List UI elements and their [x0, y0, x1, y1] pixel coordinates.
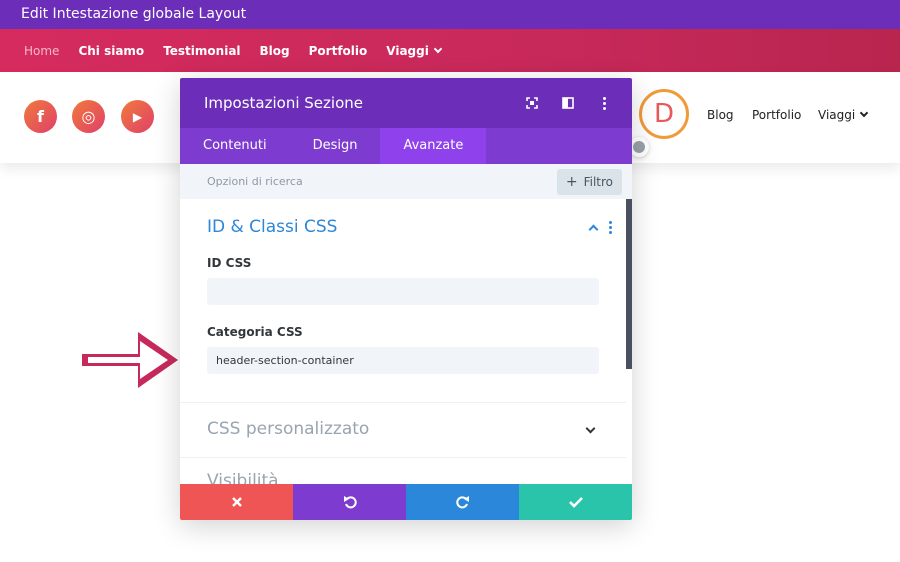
group-actions — [588, 221, 612, 235]
header-nav-blog[interactable]: Blog — [707, 108, 734, 122]
window-title-bar: Edit Intestazione globale Layout — [0, 0, 900, 29]
secondary-menu: Home Chi siamo Testimonial Blog Portfoli… — [0, 29, 900, 72]
menu-item-blog[interactable]: Blog — [260, 44, 290, 58]
window-title: Edit Intestazione globale Layout — [21, 6, 247, 22]
css-id-input[interactable] — [207, 278, 599, 305]
close-icon — [231, 497, 242, 507]
youtube-glyph: ▶ — [132, 109, 143, 124]
group-title-id-classes[interactable]: ID & Classi CSS — [207, 217, 337, 237]
filter-button[interactable]: + Filtro — [556, 168, 622, 195]
chevron-down-icon — [859, 108, 869, 118]
header-nav-viaggi-label: Viaggi — [818, 108, 856, 122]
css-class-label: Categoria CSS — [207, 325, 303, 339]
chevron-down-icon — [433, 44, 443, 53]
tab-avanzate[interactable]: Avanzate — [380, 128, 487, 164]
instagram-glyph: ◎ — [81, 107, 96, 126]
group-title-custom-css[interactable]: CSS personalizzato — [207, 419, 369, 439]
group-more-icon[interactable] — [609, 221, 612, 234]
redo-icon — [455, 496, 469, 509]
header-nav-portfolio[interactable]: Portfolio — [752, 108, 801, 122]
panel-scrollbar[interactable] — [626, 199, 632, 369]
instagram-icon[interactable]: ◎ — [72, 100, 105, 133]
tab-design[interactable]: Design — [290, 128, 381, 164]
menu-item-home[interactable]: Home — [24, 44, 59, 58]
globe-icon[interactable] — [629, 137, 649, 157]
menu-item-testimonial[interactable]: Testimonial — [163, 44, 240, 58]
menu-item-viaggi[interactable]: Viaggi — [386, 43, 443, 58]
discard-button[interactable] — [180, 484, 293, 520]
chevron-up-icon[interactable] — [588, 224, 599, 235]
arrow-annotation-icon — [82, 332, 178, 388]
menu-item-chi-siamo[interactable]: Chi siamo — [78, 44, 144, 58]
youtube-icon[interactable]: ▶ — [121, 100, 154, 133]
panel-footer — [180, 484, 632, 520]
css-id-label: ID CSS — [207, 256, 252, 270]
panel-content: ID & Classi CSS ID CSS Categoria CSS CSS… — [180, 199, 632, 485]
more-options-icon[interactable] — [596, 95, 612, 111]
panel-tabs: Contenuti Design Avanzate — [180, 128, 632, 164]
facebook-icon[interactable]: f — [24, 100, 57, 133]
redo-button[interactable] — [406, 484, 519, 520]
chevron-down-icon[interactable] — [585, 423, 596, 434]
fullscreen-icon[interactable] — [524, 95, 540, 111]
options-search: Opzioni di ricerca + Filtro — [180, 164, 632, 199]
divider — [180, 457, 626, 458]
logo-letter: D — [653, 99, 675, 129]
tab-contenuti[interactable]: Contenuti — [180, 128, 290, 164]
section-settings-panel: Impostazioni Sezione Contenuti Design Av… — [180, 78, 632, 520]
panel-title: Impostazioni Sezione — [204, 94, 363, 112]
panel-header[interactable]: Impostazioni Sezione — [180, 78, 632, 128]
site-logo[interactable]: D — [639, 89, 689, 139]
group-title-visibility[interactable]: Visibilità — [207, 471, 279, 485]
css-class-input[interactable] — [207, 347, 599, 374]
save-button[interactable] — [519, 484, 632, 520]
menu-item-portfolio[interactable]: Portfolio — [309, 44, 368, 58]
divider — [180, 402, 626, 403]
split-view-icon[interactable] — [560, 95, 576, 111]
panel-header-actions — [524, 78, 612, 128]
filter-label: Filtro — [583, 174, 613, 189]
undo-icon — [343, 496, 357, 509]
undo-button[interactable] — [293, 484, 406, 520]
menu-item-viaggi-label: Viaggi — [386, 43, 429, 58]
search-options-input[interactable]: Opzioni di ricerca — [207, 175, 303, 188]
facebook-glyph: f — [37, 107, 44, 126]
header-nav-viaggi[interactable]: Viaggi — [818, 108, 869, 122]
checkmark-icon — [568, 497, 583, 508]
plus-icon: + — [565, 173, 578, 190]
